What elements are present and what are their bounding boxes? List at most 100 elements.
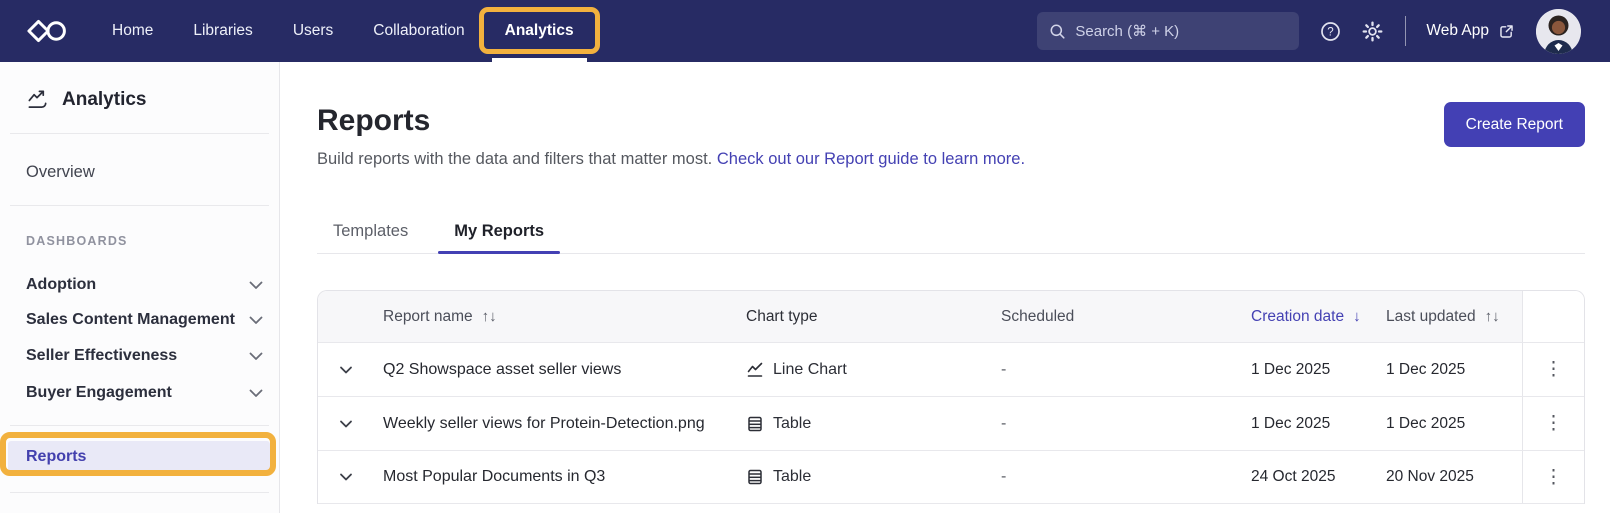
sidebar-item-buyer-engagement[interactable]: Buyer Engagement bbox=[26, 378, 263, 408]
sidebar-item-label: Seller Effectiveness bbox=[26, 347, 178, 364]
actions-column-header bbox=[1522, 291, 1584, 342]
gear-icon bbox=[1362, 21, 1383, 41]
settings-button[interactable] bbox=[1362, 21, 1383, 42]
sidebar-item-reports[interactable]: Reports bbox=[8, 441, 270, 472]
analytics-chart-icon bbox=[28, 90, 47, 109]
external-link-icon bbox=[1500, 24, 1513, 38]
chart-type-cell: Line Chart bbox=[734, 361, 984, 379]
last-updated-cell: 20 Nov 2025 bbox=[1386, 468, 1474, 485]
sidebar-divider bbox=[10, 205, 269, 206]
nav-item-analytics[interactable]: Analytics bbox=[478, 0, 600, 62]
column-header-scheduled: Scheduled bbox=[984, 308, 1239, 326]
report-name-cell[interactable]: Weekly seller views for Protein-Detectio… bbox=[373, 415, 734, 433]
sidebar-item-sales-content-management[interactable]: Sales Content Management bbox=[26, 305, 263, 335]
table-header-row: Report name ↑↓ Chart type Scheduled Crea… bbox=[318, 291, 1584, 342]
page-title: Reports bbox=[317, 104, 431, 137]
line-chart-icon bbox=[747, 362, 763, 377]
scheduled-cell: - bbox=[1001, 414, 1007, 432]
report-name-cell[interactable]: Q2 Showspace asset seller views bbox=[373, 361, 734, 379]
create-report-button[interactable]: Create Report bbox=[1443, 102, 1585, 147]
sort-both-icon[interactable]: ↑↓ bbox=[1485, 308, 1500, 325]
row-actions-button[interactable]: ⋮ bbox=[1522, 451, 1584, 503]
kebab-menu-icon: ⋮ bbox=[1544, 359, 1563, 380]
nav-item-label: Home bbox=[112, 22, 154, 39]
report-guide-link[interactable]: Check out our Report guide to learn more… bbox=[717, 150, 1025, 168]
top-navigation-bar: Home Libraries Users Collaboration Analy… bbox=[0, 0, 1610, 62]
chart-type-cell: Table bbox=[734, 468, 984, 486]
scheduled-cell: - bbox=[1001, 468, 1007, 485]
analytics-sidebar: Analytics Overview DASHBOARDS Adoption S… bbox=[0, 62, 280, 513]
table-row: Q2 Showspace asset seller views Line Cha… bbox=[318, 342, 1584, 396]
creation-date-cell: 1 Dec 2025 bbox=[1251, 414, 1331, 432]
expand-row-button[interactable] bbox=[318, 472, 373, 482]
chevron-down-icon bbox=[249, 352, 263, 360]
column-label: Chart type bbox=[746, 307, 818, 325]
active-tab-underline bbox=[438, 251, 561, 254]
row-actions-button[interactable]: ⋮ bbox=[1522, 397, 1584, 450]
help-icon: ? bbox=[1321, 21, 1341, 41]
creation-date-cell: 1 Dec 2025 bbox=[1251, 360, 1331, 378]
chevron-down-icon bbox=[249, 281, 263, 289]
sidebar-item-label: Buyer Engagement bbox=[26, 384, 172, 401]
sidebar-item-overview[interactable]: Overview bbox=[26, 158, 261, 186]
sidebar-title-label: Analytics bbox=[62, 88, 147, 110]
description-text: Build reports with the data and filters … bbox=[317, 150, 713, 168]
sidebar-divider bbox=[10, 492, 269, 493]
web-app-link[interactable]: Web App bbox=[1426, 22, 1515, 40]
kebab-menu-icon: ⋮ bbox=[1544, 413, 1563, 434]
tab-label: My Reports bbox=[454, 222, 545, 240]
global-search[interactable] bbox=[1037, 12, 1300, 50]
nav-item-label: Libraries bbox=[193, 22, 253, 39]
sidebar-item-label: Adoption bbox=[26, 276, 97, 293]
chart-type-label: Table bbox=[773, 414, 812, 432]
chevron-down-icon bbox=[339, 366, 352, 373]
brand-logo[interactable] bbox=[27, 17, 71, 45]
chevron-down-icon bbox=[339, 420, 352, 427]
chart-type-cell: Table bbox=[734, 415, 984, 433]
help-button[interactable]: ? bbox=[1320, 21, 1341, 42]
chevron-down-icon bbox=[339, 473, 352, 481]
column-header-report-name[interactable]: Report name ↑↓ bbox=[373, 308, 734, 326]
sidebar-divider bbox=[10, 425, 269, 426]
main-content: Reports Build reports with the data and … bbox=[281, 62, 1610, 513]
showpad-logo-icon bbox=[27, 19, 66, 43]
nav-item-collaboration[interactable]: Collaboration bbox=[353, 0, 484, 62]
search-input[interactable] bbox=[1075, 22, 1288, 40]
last-updated-cell: 1 Dec 2025 bbox=[1386, 360, 1466, 378]
nav-item-label: Analytics bbox=[504, 22, 574, 39]
report-name-cell[interactable]: Most Popular Documents in Q3 bbox=[373, 468, 734, 486]
sort-both-icon[interactable]: ↑↓ bbox=[482, 308, 497, 325]
search-icon bbox=[1050, 24, 1065, 39]
avatar-photo bbox=[1536, 8, 1581, 54]
column-header-creation-date[interactable]: Creation date ↓ bbox=[1239, 308, 1374, 326]
nav-item-label: Collaboration bbox=[373, 22, 465, 39]
nav-item-users[interactable]: Users bbox=[273, 0, 353, 62]
sidebar-divider bbox=[10, 133, 269, 134]
nav-item-home[interactable]: Home bbox=[92, 0, 173, 62]
column-label: Scheduled bbox=[1001, 307, 1075, 325]
sidebar-item-adoption[interactable]: Adoption bbox=[26, 270, 263, 300]
app-window: Home Libraries Users Collaboration Analy… bbox=[0, 0, 1610, 513]
column-label: Creation date bbox=[1251, 307, 1345, 325]
expand-row-button[interactable] bbox=[318, 419, 373, 429]
nav-item-libraries[interactable]: Libraries bbox=[173, 0, 272, 62]
tab-label: Templates bbox=[333, 222, 409, 240]
table-row: Most Popular Documents in Q3 Table - 24 … bbox=[318, 450, 1584, 504]
user-avatar[interactable] bbox=[1536, 8, 1581, 54]
tab-templates[interactable]: Templates bbox=[317, 210, 424, 253]
chart-type-label: Line Chart bbox=[773, 360, 847, 378]
table-row: Weekly seller views for Protein-Detectio… bbox=[318, 396, 1584, 450]
chart-type-label: Table bbox=[773, 468, 812, 485]
tab-my-reports[interactable]: My Reports bbox=[438, 210, 561, 254]
sort-desc-icon[interactable]: ↓ bbox=[1353, 308, 1361, 325]
column-header-chart-type: Chart type bbox=[734, 308, 984, 326]
last-updated-cell: 1 Dec 2025 bbox=[1386, 414, 1466, 432]
svg-text:?: ? bbox=[1328, 26, 1334, 38]
column-label: Report name bbox=[383, 307, 473, 325]
expand-row-button[interactable] bbox=[318, 365, 373, 375]
row-actions-button[interactable]: ⋮ bbox=[1522, 343, 1584, 396]
sidebar-item-seller-effectiveness[interactable]: Seller Effectiveness bbox=[26, 341, 263, 371]
sidebar-item-label: Overview bbox=[26, 162, 95, 181]
column-header-last-updated[interactable]: Last updated ↑↓ bbox=[1374, 308, 1522, 326]
sidebar-title: Analytics bbox=[26, 88, 261, 111]
